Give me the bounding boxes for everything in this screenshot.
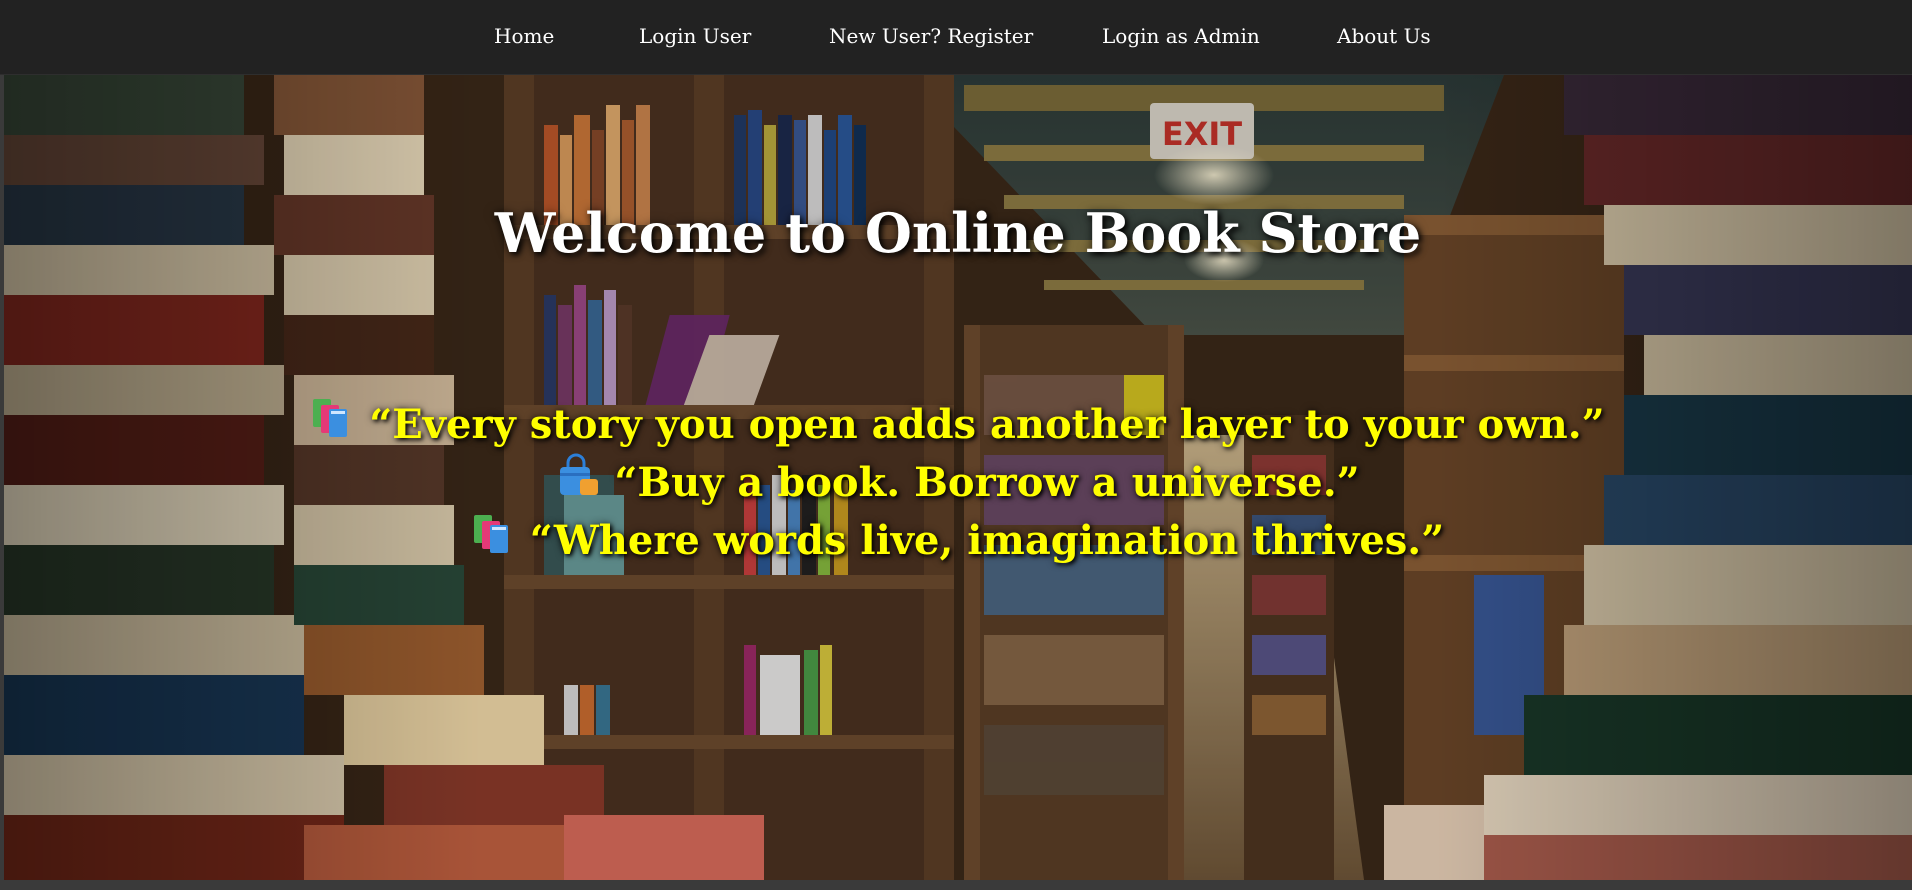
books-icon bbox=[311, 395, 355, 453]
quote-text-1: “Every story you open adds another layer… bbox=[369, 401, 1605, 448]
nav-about-us-link[interactable]: About Us bbox=[1337, 22, 1431, 50]
nav-home-link[interactable]: Home bbox=[494, 22, 554, 50]
page-title: Welcome to Online Book Store bbox=[494, 201, 1422, 265]
top-navbar: Home Login User New User? Register Login… bbox=[0, 0, 1912, 75]
quote-line-2: “Buy a book. Borrow a universe.” bbox=[4, 453, 1912, 515]
hero-section: EXIT bbox=[4, 75, 1912, 880]
quote-text-2: “Buy a book. Borrow a universe.” bbox=[614, 459, 1360, 506]
shopping-bag-icon bbox=[556, 453, 600, 511]
nav-login-user-link[interactable]: Login User bbox=[639, 22, 751, 50]
nav-register-link[interactable]: New User? Register bbox=[829, 22, 1033, 50]
quote-line-3: “Where words live, imagination thrives.” bbox=[4, 514, 1912, 573]
quote-text-3: “Where words live, imagination thrives.” bbox=[529, 517, 1445, 564]
books-icon bbox=[472, 511, 516, 569]
page-footer-edge bbox=[0, 880, 1912, 890]
quote-line-1: “Every story you open adds another layer… bbox=[4, 398, 1912, 457]
nav-login-admin-link[interactable]: Login as Admin bbox=[1102, 22, 1260, 50]
